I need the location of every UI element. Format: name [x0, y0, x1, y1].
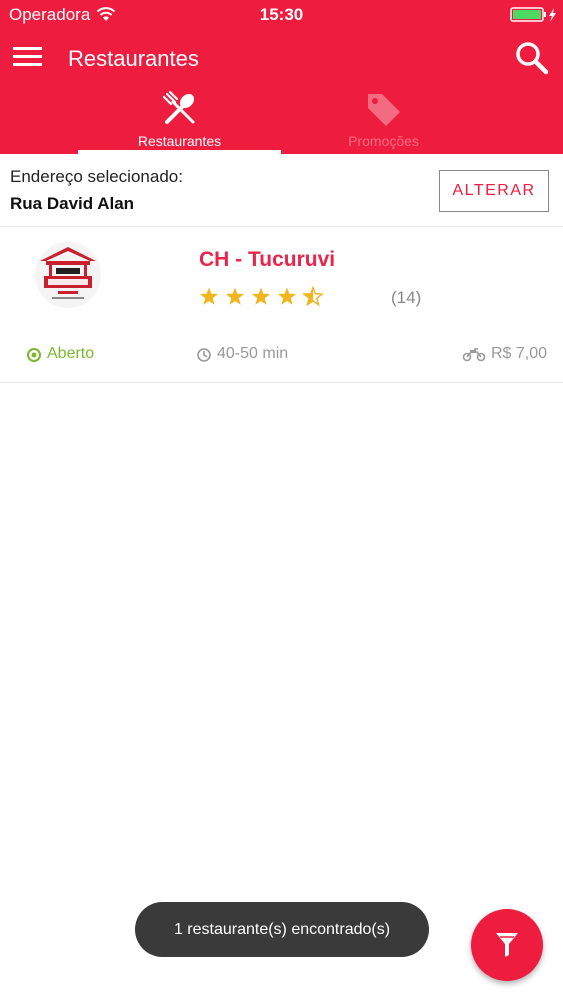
clock-icon [197, 348, 211, 362]
change-address-button[interactable]: ALTERAR [439, 170, 549, 212]
star-full-icon [225, 287, 245, 305]
restaurant-card[interactable]: CH - Tucuruvi (14) Aberto 40-50 min R$ 7… [0, 227, 563, 383]
status-bar: Operadora 15:30 [0, 0, 563, 30]
address-section: Endereço selecionado: Rua David Alan ALT… [0, 154, 563, 227]
filter-button[interactable] [471, 909, 543, 981]
address-label: Endereço selecionado: [10, 167, 183, 186]
results-toast: 1 restaurante(s) encontrado(s) [135, 902, 429, 957]
star-full-icon [199, 287, 219, 305]
page-title: Restaurantes [68, 46, 199, 71]
tab-restaurantes[interactable]: Restaurantes [78, 86, 281, 154]
rating-stars [199, 285, 324, 307]
search-icon[interactable] [514, 40, 550, 76]
restaurant-name: CH - Tucuruvi [199, 248, 336, 271]
open-status-icon [27, 348, 41, 362]
fork-spoon-icon [162, 90, 194, 124]
nav-bar: Restaurantes [0, 36, 563, 80]
tag-icon [367, 94, 400, 126]
delivery-fee: R$ 7,00 [491, 345, 548, 362]
battery-icon [510, 7, 556, 22]
address-value: Rua David Alan [10, 194, 135, 213]
app-header: Operadora 15:30 Restaurantes Restaurante… [0, 0, 563, 154]
open-status-label: Aberto [47, 345, 95, 362]
tab-restaurantes-label: Restaurantes [137, 133, 222, 149]
motorcycle-icon [462, 348, 486, 362]
tab-bar: Restaurantes Promoções [0, 86, 563, 154]
restaurant-logo [35, 242, 101, 308]
status-time: 15:30 [259, 5, 304, 24]
review-count: (14) [391, 288, 422, 307]
star-full-icon [251, 287, 271, 305]
filter-icon [496, 933, 518, 957]
star-full-icon [277, 287, 297, 305]
tab-promocoes-label: Promoções [348, 133, 419, 149]
menu-icon[interactable] [13, 46, 43, 68]
delivery-time: 40-50 min [217, 345, 289, 362]
tab-promocoes[interactable]: Promoções [282, 86, 485, 154]
